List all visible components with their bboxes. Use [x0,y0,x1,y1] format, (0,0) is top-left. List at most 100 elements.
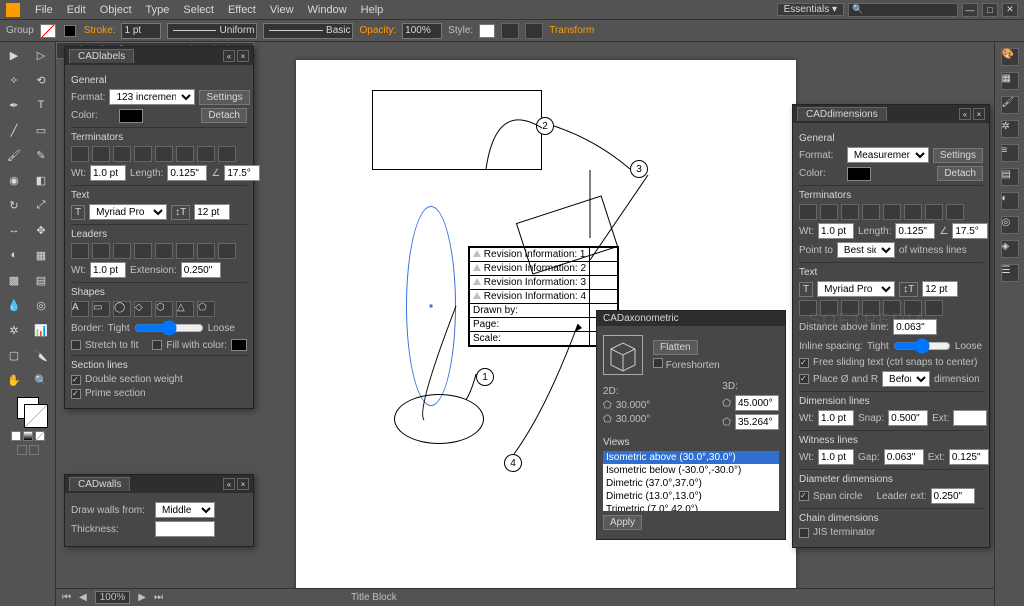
pencil-tool[interactable]: ✎ [29,144,53,166]
artboard-nav-prev-icon[interactable]: ◀ [79,592,87,603]
graph-tool[interactable]: 📊 [29,319,53,341]
arrange-icon[interactable] [412,3,428,17]
mesh-tool[interactable]: ▩ [2,269,26,291]
style-swatch[interactable] [479,24,495,38]
menu-select[interactable]: Select [176,4,221,16]
angle-input[interactable] [224,165,260,181]
dim-format-select[interactable]: Measurement [847,147,929,163]
type-tool[interactable]: T [29,94,53,116]
snap-input[interactable] [888,410,928,426]
border-slider[interactable] [134,320,204,336]
dim-terminator-icons[interactable] [799,204,983,220]
axon-edit-icon[interactable] [729,516,743,530]
before-after-select[interactable]: Before [882,371,930,387]
menu-effect[interactable]: Effect [221,4,263,16]
direct-selection-tool[interactable]: ▷ [29,44,53,66]
place-diameter-checkbox[interactable] [799,374,809,384]
menu-file[interactable]: File [28,4,60,16]
cad-walls-tab[interactable]: CADwalls [69,477,130,491]
shape-builder-tool[interactable]: ◐ [2,244,26,266]
slice-tool[interactable]: 🔪 [29,344,53,366]
text-icon[interactable]: T [71,205,85,220]
dim-text-icon[interactable]: T [799,282,813,297]
graphic-styles-panel-icon[interactable]: ◈ [1001,240,1019,258]
fill-stroke-swatches[interactable] [17,397,39,419]
dimline-ext-input[interactable] [953,410,987,426]
gradient-tool[interactable]: ▤ [29,269,53,291]
menu-window[interactable]: Window [301,4,354,16]
text-size-icon[interactable]: ↕T [171,205,190,220]
color-mode-buttons[interactable] [11,431,45,441]
dim-settings-button[interactable]: Settings [933,148,983,163]
jis-checkbox[interactable] [799,528,809,538]
stroke-panel-icon[interactable]: ≡ [1001,144,1019,162]
width-tool[interactable]: ↔ [2,219,26,241]
symbols-panel-icon[interactable]: ✲ [1001,120,1019,138]
brushes-panel-icon[interactable]: 🖌 [1001,96,1019,114]
gap-input[interactable] [884,449,924,465]
transform-label[interactable]: Transform [549,25,594,36]
zoom-tool[interactable]: 🔍 [29,369,53,391]
dim-font-size-input[interactable] [922,281,958,297]
axon-new-icon[interactable] [747,516,761,530]
recolor-icon[interactable] [501,23,519,39]
search-input[interactable]: 🔍 [848,3,958,17]
eraser-tool[interactable]: ◧ [29,169,53,191]
fill-swatch[interactable] [40,24,56,38]
dim-wt-input[interactable] [818,223,854,239]
length-input[interactable] [167,165,207,181]
doc-setup-icon[interactable] [396,3,412,17]
brush-uniform[interactable]: Uniform [167,23,257,39]
free-sliding-checkbox[interactable] [799,358,809,368]
fill-checkbox[interactable] [152,340,162,350]
cad-labels-tab[interactable]: CADlabels [69,49,134,63]
transparency-panel-icon[interactable]: ◐ [1001,192,1019,210]
detach-button[interactable]: Detach [201,108,247,123]
rectangle-tool[interactable]: ▭ [29,119,53,141]
panel-collapse-icon[interactable]: « [223,50,235,62]
blend-tool[interactable]: ◎ [29,294,53,316]
hand-tool[interactable]: ✋ [2,369,26,391]
leader-style-icons[interactable] [71,243,247,259]
walls-close-icon[interactable]: × [237,478,249,490]
screen-mode-buttons[interactable] [17,445,39,455]
foreshorten-checkbox[interactable] [653,358,663,368]
double-section-checkbox[interactable] [71,375,81,385]
panel-close-icon[interactable]: × [237,50,249,62]
flatten-button[interactable]: Flatten [653,340,698,355]
appearance-panel-icon[interactable]: ◎ [1001,216,1019,234]
thickness-input[interactable] [155,521,215,537]
3d-angle-1-input[interactable] [735,395,779,411]
font-select[interactable]: Myriad Pro [89,204,167,220]
witness-wt-input[interactable] [818,449,854,465]
walls-collapse-icon[interactable]: « [223,478,235,490]
lasso-tool[interactable]: ⟲ [29,69,53,91]
paintbrush-tool[interactable]: 🖌 [2,144,26,166]
magic-wand-tool[interactable]: ✧ [2,69,26,91]
terminator-icons[interactable] [71,146,247,162]
dim-detach-button[interactable]: Detach [937,166,983,181]
settings-button[interactable]: Settings [199,90,249,105]
swatches-panel-icon[interactable]: ▦ [1001,72,1019,90]
dim-length-input[interactable] [895,223,935,239]
menu-help[interactable]: Help [354,4,391,16]
layers-panel-icon[interactable]: ☰ [1001,264,1019,282]
gradient-panel-icon[interactable]: ▤ [1001,168,1019,186]
fill-color-swatch[interactable] [231,339,247,351]
zoom-level[interactable]: 100% [95,591,131,604]
menu-view[interactable]: View [263,4,301,16]
2d-icon-1[interactable]: ⬠ [603,400,612,411]
color-panel-icon[interactable]: 🎨 [1001,48,1019,66]
witness-ext-input[interactable] [949,449,989,465]
workspace-switcher[interactable]: Essentials ▾ [777,3,844,16]
close-button[interactable]: ✕ [1002,3,1018,17]
span-circle-checkbox[interactable] [799,491,809,501]
2d-icon-2[interactable]: ⬠ [603,414,612,425]
artboard-nav-next-icon[interactable]: ▶ [138,592,146,603]
menu-edit[interactable]: Edit [60,4,93,16]
minimize-button[interactable]: — [962,3,978,17]
3d-angle-2-input[interactable] [735,414,779,430]
dim-collapse-icon[interactable]: « [959,108,971,120]
stretch-checkbox[interactable] [71,340,81,350]
artboard-nav-last-icon[interactable]: ⏭ [154,592,163,603]
